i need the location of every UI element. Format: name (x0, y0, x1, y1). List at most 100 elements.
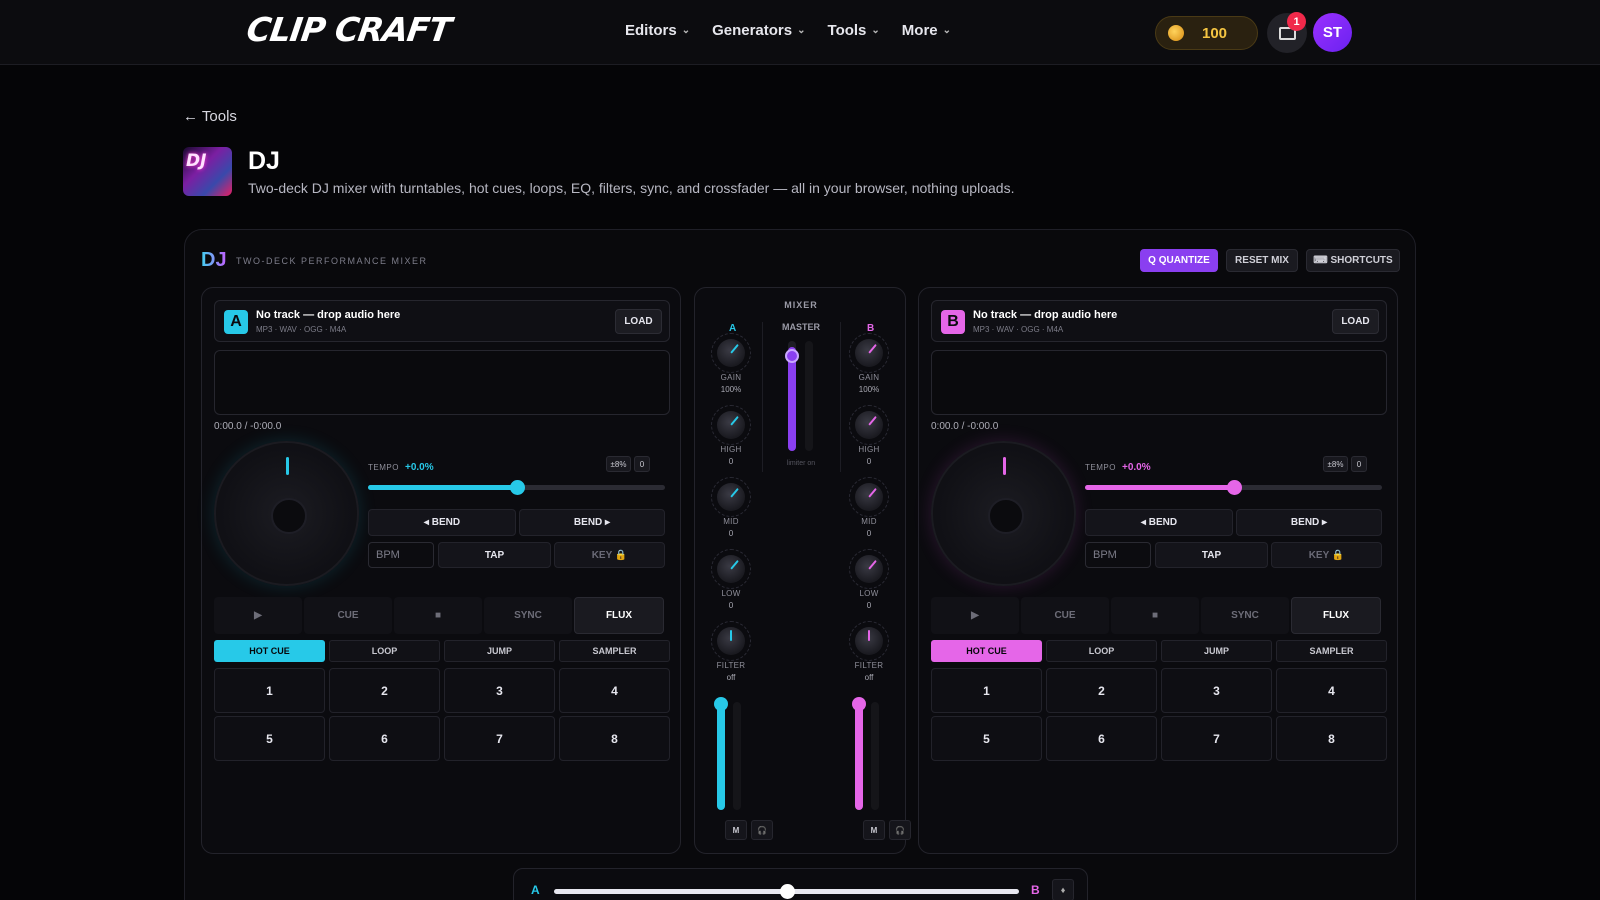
tab-hot-cue[interactable]: HOT CUE (214, 640, 325, 662)
tempo-slider-knob[interactable] (509, 480, 525, 495)
high-eq-knob[interactable] (855, 411, 883, 439)
mid-eq-knob[interactable] (717, 483, 745, 511)
mixer: MIXER MASTER limiter on A GAIN 100% HIGH 0 MI… (694, 287, 911, 854)
reset-mix-button[interactable]: RESET MIX (1226, 249, 1298, 272)
hot-cue-pad-7[interactable]: 7 (444, 716, 555, 761)
avatar[interactable]: ST (1313, 13, 1352, 52)
tempo-slider-fill (368, 485, 517, 490)
quantize-button[interactable]: Q QUANTIZE (1140, 249, 1218, 272)
low-eq-knob[interactable] (855, 555, 883, 583)
crossfader-curve-button[interactable]: ♦ (1052, 879, 1074, 900)
nav-generators[interactable]: Generators ⌄ (712, 22, 805, 39)
jog-wheel[interactable] (214, 441, 359, 586)
channel-fader-knob[interactable] (852, 697, 866, 711)
back-to-tools-link[interactable]: ← Tools (183, 108, 237, 125)
cue-button[interactable]: CUE (1021, 597, 1109, 634)
load-button[interactable]: LOAD (1332, 309, 1379, 334)
mute-button[interactable]: M (725, 820, 747, 840)
hot-cue-pad-3[interactable]: 3 (1161, 668, 1272, 713)
bpm-input[interactable] (1085, 542, 1151, 568)
pitch-bend-up-button[interactable]: BEND ▸ (1236, 509, 1382, 536)
pitch-bend-down-button[interactable]: ◂ BEND (1085, 509, 1233, 536)
tap-tempo-button[interactable]: TAP (1155, 542, 1268, 568)
tempo-slider[interactable] (1085, 480, 1382, 495)
hot-cue-pad-3[interactable]: 3 (444, 668, 555, 713)
hot-cue-pad-8[interactable]: 8 (559, 716, 670, 761)
hot-cue-pad-4[interactable]: 4 (1276, 668, 1387, 713)
knob-pointer (730, 487, 739, 498)
headphone-cue-button[interactable]: 🎧 (889, 820, 911, 840)
hot-cue-pad-1[interactable]: 1 (214, 668, 325, 713)
hot-cue-pad-2[interactable]: 2 (1046, 668, 1157, 713)
hot-cue-pad-1[interactable]: 1 (931, 668, 1042, 713)
shortcuts-button[interactable]: ⌨ SHORTCUTS (1306, 249, 1400, 272)
mute-button[interactable]: M (863, 820, 885, 840)
tab-sampler[interactable]: SAMPLER (559, 640, 670, 662)
flux-button[interactable]: FLUX (574, 597, 664, 634)
tempo-slider[interactable] (368, 480, 665, 495)
coin-balance[interactable]: 100 (1155, 16, 1258, 50)
top-bar: CLIP CRAFT Editors ⌄ Generators ⌄ Tools ⌄ M… (0, 0, 1600, 65)
logo[interactable]: CLIP CRAFT (244, 10, 453, 49)
hot-cue-pad-4[interactable]: 4 (559, 668, 670, 713)
tab-hot-cue[interactable]: HOT CUE (931, 640, 1042, 662)
hot-cue-pad-5[interactable]: 5 (214, 716, 325, 761)
tab-jump[interactable]: JUMP (444, 640, 555, 662)
hot-cue-pad-7[interactable]: 7 (1161, 716, 1272, 761)
filter-knob[interactable] (717, 627, 745, 655)
sync-button[interactable]: SYNC (484, 597, 572, 634)
waveform-display[interactable] (214, 350, 670, 415)
nav-more[interactable]: More ⌄ (902, 22, 951, 39)
nav-tools[interactable]: Tools ⌄ (828, 22, 880, 39)
deck-a: A No track — drop audio here MP3 · WAV · O… (201, 287, 681, 854)
play-button[interactable]: ▶ (931, 597, 1019, 634)
tempo-reset-button[interactable]: 0 (1351, 456, 1367, 472)
channel-fader[interactable] (714, 697, 728, 810)
cue-button[interactable]: CUE (304, 597, 392, 634)
flux-button[interactable]: FLUX (1291, 597, 1381, 634)
tempo-slider-knob[interactable] (1226, 480, 1242, 495)
hot-cue-pad-2[interactable]: 2 (329, 668, 440, 713)
hot-cue-pad-8[interactable]: 8 (1276, 716, 1387, 761)
bpm-input[interactable] (368, 542, 434, 568)
crossfader[interactable] (554, 884, 1019, 899)
high-eq-knob[interactable] (717, 411, 745, 439)
tab-sampler[interactable]: SAMPLER (1276, 640, 1387, 662)
tempo-range-button[interactable]: ±8% (606, 456, 631, 472)
tap-tempo-button[interactable]: TAP (438, 542, 551, 568)
hot-cue-pad-6[interactable]: 6 (1046, 716, 1157, 761)
pitch-bend-down-button[interactable]: ◂ BEND (368, 509, 516, 536)
load-button[interactable]: LOAD (615, 309, 662, 334)
key-lock-button[interactable]: KEY 🔒 (554, 542, 665, 568)
nav-editors[interactable]: Editors ⌄ (625, 22, 690, 39)
headphone-cue-button[interactable]: 🎧 (751, 820, 773, 840)
pitch-bend-up-button[interactable]: BEND ▸ (519, 509, 665, 536)
jog-wheel[interactable] (931, 441, 1076, 586)
stop-button[interactable]: ■ (1111, 597, 1199, 634)
waveform-display[interactable] (931, 350, 1387, 415)
master-fader-knob[interactable] (785, 349, 799, 363)
low-eq-knob[interactable] (717, 555, 745, 583)
hot-cue-pad-5[interactable]: 5 (931, 716, 1042, 761)
stop-button[interactable]: ■ (394, 597, 482, 634)
mid-eq-knob[interactable] (855, 483, 883, 511)
hot-cue-pad-6[interactable]: 6 (329, 716, 440, 761)
tab-jump[interactable]: JUMP (1161, 640, 1272, 662)
tab-loop[interactable]: LOOP (329, 640, 440, 662)
master-fader[interactable] (785, 341, 799, 451)
crossfader-knob[interactable] (779, 884, 795, 899)
tab-loop[interactable]: LOOP (1046, 640, 1157, 662)
play-button[interactable]: ▶ (214, 597, 302, 634)
tempo-range-button[interactable]: ±8% (1323, 456, 1348, 472)
notification-badge: 1 (1287, 12, 1306, 31)
sync-button[interactable]: SYNC (1201, 597, 1289, 634)
timecode: 0:00.0 / -0:00.0 (214, 421, 282, 432)
knob-label: LOW (859, 589, 879, 598)
channel-fader-knob[interactable] (714, 697, 728, 711)
gain-knob[interactable] (717, 339, 745, 367)
filter-knob[interactable] (855, 627, 883, 655)
gain-knob[interactable] (855, 339, 883, 367)
channel-fader[interactable] (852, 697, 866, 810)
tempo-reset-button[interactable]: 0 (634, 456, 650, 472)
key-lock-button[interactable]: KEY 🔒 (1271, 542, 1382, 568)
